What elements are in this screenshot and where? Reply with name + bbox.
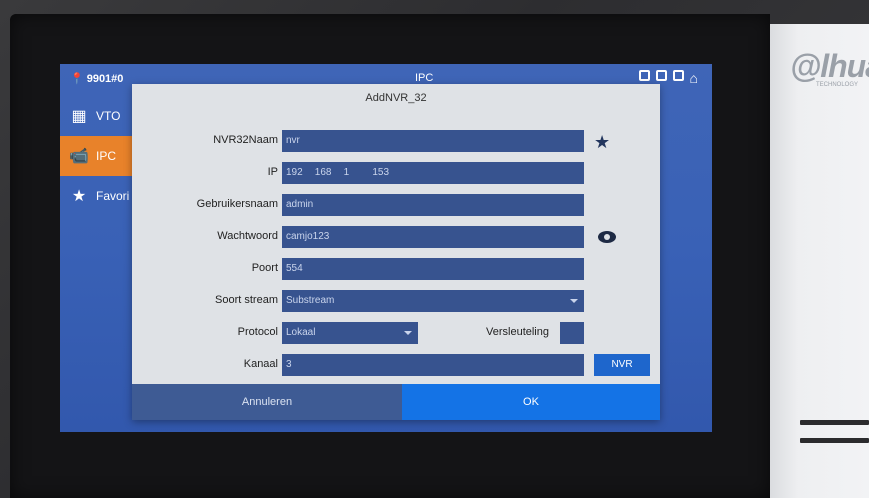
- sidebar-nav: ▦ VTO 📹 IPC ★ Favori: [60, 96, 134, 216]
- dialog-button-bar: Annuleren OK: [132, 384, 660, 420]
- password-field[interactable]: camjo123: [282, 226, 584, 248]
- port-label: Poort: [251, 262, 278, 274]
- brand-subtitle: TECHNOLOGY: [816, 82, 859, 88]
- screen: 📍 9901#0 IPC ⌂ ▦ VTO 📹 IPC ★ Favori AddN…: [60, 64, 712, 432]
- star-icon: ★: [71, 188, 87, 205]
- ip-segment[interactable]: 192: [286, 162, 312, 184]
- stack-icon[interactable]: [672, 70, 684, 81]
- ip-segment[interactable]: 168: [315, 162, 341, 184]
- nvr-button[interactable]: NVR: [594, 354, 650, 376]
- ip-field[interactable]: 192 168 1 153: [282, 162, 584, 184]
- row-ip: IP 192 168 1 153: [132, 162, 660, 184]
- ip-segment[interactable]: 1: [344, 162, 370, 184]
- protocol-value: Lokaal: [286, 327, 316, 338]
- protocol-select[interactable]: Lokaal: [282, 322, 418, 344]
- name-field[interactable]: nvr: [282, 130, 584, 152]
- chevron-down-icon: [570, 299, 578, 303]
- sidebar-item-label: VTO: [96, 109, 121, 123]
- chevron-down-icon: [404, 331, 412, 335]
- channel-field[interactable]: 3: [282, 354, 584, 376]
- ip-segment[interactable]: 153: [372, 162, 398, 184]
- ip-label: IP: [267, 166, 278, 178]
- row-channel: Kanaal 3 NVR: [132, 354, 660, 376]
- brand-logo: @lhua: [790, 48, 869, 84]
- stream-value: Substream: [286, 295, 335, 306]
- row-name: NVR32Naam nvr ★: [132, 130, 660, 152]
- pin-icon: 📍: [70, 73, 84, 85]
- sidebar-item-label: IPC: [96, 149, 117, 163]
- stream-select[interactable]: Substream: [282, 290, 584, 312]
- password-label: Wachtwoord: [217, 230, 278, 242]
- location-indicator: 📍 9901#0: [70, 72, 124, 86]
- channel-label: Kanaal: [243, 358, 278, 370]
- ok-button[interactable]: OK: [402, 384, 660, 420]
- device-side-panel: [768, 24, 869, 498]
- protocol-label: Protocol: [237, 326, 278, 338]
- username-label: Gebruikersnaam: [196, 198, 278, 210]
- add-nvr-dialog: AddNVR_32 NVR32Naam nvr ★ IP 192 168 1 1…: [132, 84, 660, 420]
- row-port: Poort 554: [132, 258, 660, 280]
- show-password-icon[interactable]: [598, 231, 616, 243]
- speaker-slot: [800, 438, 869, 443]
- username-field[interactable]: admin: [282, 194, 584, 216]
- dialog-title: AddNVR_32: [365, 92, 427, 104]
- cancel-button[interactable]: Annuleren: [132, 384, 402, 420]
- screen-title: IPC: [415, 72, 434, 84]
- vto-icon: ▦: [71, 108, 87, 125]
- row-stream: Soort stream Substream: [132, 290, 660, 312]
- row-username: Gebruikersnaam admin: [132, 194, 660, 216]
- name-label: NVR32Naam: [213, 134, 278, 146]
- window-icon[interactable]: [638, 70, 650, 81]
- camera-icon: 📹: [69, 148, 89, 165]
- sidebar-item-ipc[interactable]: 📹 IPC: [60, 136, 134, 176]
- sidebar-item-favorites[interactable]: ★ Favori: [60, 176, 134, 216]
- stream-label: Soort stream: [215, 294, 278, 306]
- encryption-checkbox[interactable]: [560, 322, 584, 344]
- speaker-slot: [800, 420, 869, 425]
- row-password: Wachtwoord camjo123: [132, 226, 660, 248]
- port-field[interactable]: 554: [282, 258, 584, 280]
- encryption-label: Versleuteling: [486, 326, 549, 338]
- row-protocol: Protocol Lokaal Versleuteling: [132, 322, 660, 344]
- sidebar-item-label: Favori: [96, 189, 130, 203]
- favorite-star-icon[interactable]: ★: [594, 132, 610, 153]
- location-text: 9901#0: [86, 72, 124, 85]
- home-icon[interactable]: ⌂: [690, 70, 698, 86]
- window-icon[interactable]: [655, 70, 667, 81]
- sidebar-item-vto[interactable]: ▦ VTO: [60, 96, 134, 136]
